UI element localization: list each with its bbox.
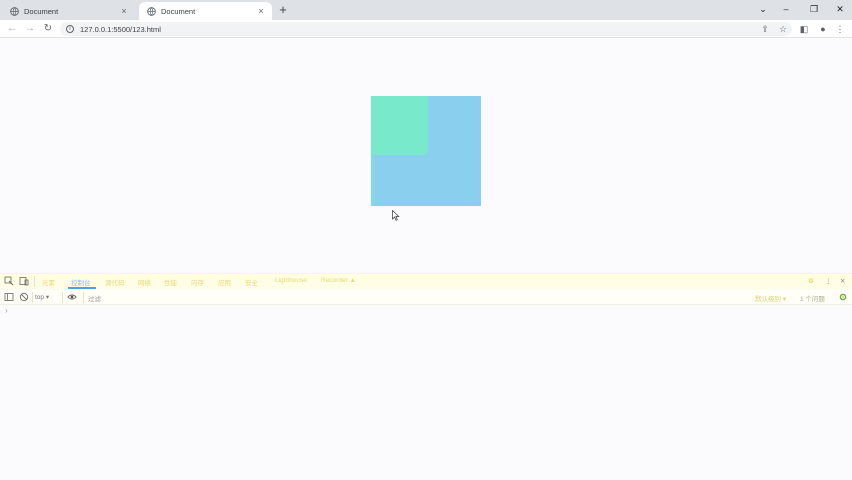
devtools-panel: 元素 控制台 源代码 网络 性能 内存 应用 安全 Lighthouse Rec…: [0, 273, 852, 480]
share-icon[interactable]: ⇪: [758, 20, 772, 38]
tab-title: Document: [161, 6, 196, 16]
bookmark-star-icon[interactable]: ☆: [776, 20, 790, 38]
devtools-tab-memory[interactable]: 内存: [191, 277, 204, 287]
close-window-button[interactable]: ✕: [830, 0, 850, 18]
clear-console-icon[interactable]: [19, 292, 29, 302]
close-tab-icon[interactable]: ×: [256, 6, 266, 16]
live-expression-eye-icon[interactable]: [67, 292, 77, 302]
devtools-tab-lighthouse[interactable]: Lighthouse: [275, 277, 307, 284]
log-levels-dropdown[interactable]: 默认级别 ▾: [755, 293, 786, 303]
browser-tab-active[interactable]: Document ×: [139, 2, 272, 20]
device-toolbar-icon[interactable]: [19, 276, 29, 286]
console-filter-input[interactable]: 过滤: [88, 293, 101, 303]
tab-search-icon[interactable]: ⌄: [753, 0, 773, 18]
console-toolbar: top ▾ 过滤 默认级别 ▾ 1 个问题: [0, 290, 852, 305]
new-tab-button[interactable]: +: [276, 2, 290, 18]
square-edge-highlight: [371, 155, 375, 206]
issues-counter[interactable]: 1 个问题: [800, 293, 825, 303]
small-green-square: [371, 96, 428, 155]
more-options-icon[interactable]: ⋮: [825, 277, 832, 285]
globe-icon: [147, 6, 156, 16]
browser-toolbar: ← → ↻ i 127.0.0.1:5500/123.html ⇪ ☆ ◧ ● …: [0, 20, 852, 38]
devtools-tab-application[interactable]: 应用: [218, 277, 231, 287]
devtools-tab-network[interactable]: 网络: [138, 277, 151, 287]
settings-gear-icon[interactable]: ⚙: [808, 277, 814, 285]
devtools-tab-elements[interactable]: 元素: [42, 277, 55, 287]
site-info-icon[interactable]: i: [66, 25, 74, 33]
toolbar-divider: [32, 292, 33, 303]
reload-button[interactable]: ↻: [41, 20, 55, 38]
devtools-tab-recorder[interactable]: Recorder ▲: [321, 277, 356, 284]
address-bar[interactable]: i 127.0.0.1:5500/123.html: [60, 22, 792, 36]
toolbar-divider: [83, 292, 84, 303]
active-tab-indicator: [68, 287, 96, 289]
mouse-cursor-icon: [392, 210, 400, 221]
tab-title: Document: [24, 6, 59, 16]
devtools-tab-security[interactable]: 安全: [245, 277, 258, 287]
close-tab-icon[interactable]: ×: [119, 6, 129, 16]
console-settings-icon[interactable]: [838, 292, 848, 302]
profile-icon[interactable]: ●: [816, 20, 830, 38]
url-text[interactable]: 127.0.0.1:5500/123.html: [80, 25, 161, 34]
toolbar-divider: [34, 276, 35, 287]
side-panel-icon[interactable]: ◧: [797, 20, 811, 38]
console-prompt[interactable]: ›: [5, 306, 8, 315]
chrome-menu-icon[interactable]: ⋮: [833, 20, 847, 38]
back-button[interactable]: ←: [5, 20, 19, 38]
inspect-element-icon[interactable]: [4, 276, 14, 286]
devtools-tab-strip: 元素 控制台 源代码 网络 性能 内存 应用 安全 Lighthouse Rec…: [0, 274, 852, 289]
toolbar-divider: [62, 292, 63, 303]
devtools-tab-console[interactable]: 控制台: [71, 277, 91, 287]
minimize-button[interactable]: –: [776, 0, 796, 18]
devtools-tab-sources[interactable]: 源代码: [105, 277, 125, 287]
context-selector[interactable]: top ▾: [35, 293, 49, 301]
browser-tab-inactive[interactable]: Document ×: [2, 2, 135, 20]
show-sidebar-icon[interactable]: [4, 292, 14, 302]
devtools-tab-performance[interactable]: 性能: [164, 277, 177, 287]
forward-button[interactable]: →: [23, 20, 37, 38]
globe-icon: [10, 6, 19, 16]
close-devtools-icon[interactable]: ✕: [840, 277, 845, 285]
restore-button[interactable]: ❐: [804, 0, 824, 18]
browser-tab-strip: Document × Document × + ⌄ – ❐ ✕: [0, 0, 852, 20]
